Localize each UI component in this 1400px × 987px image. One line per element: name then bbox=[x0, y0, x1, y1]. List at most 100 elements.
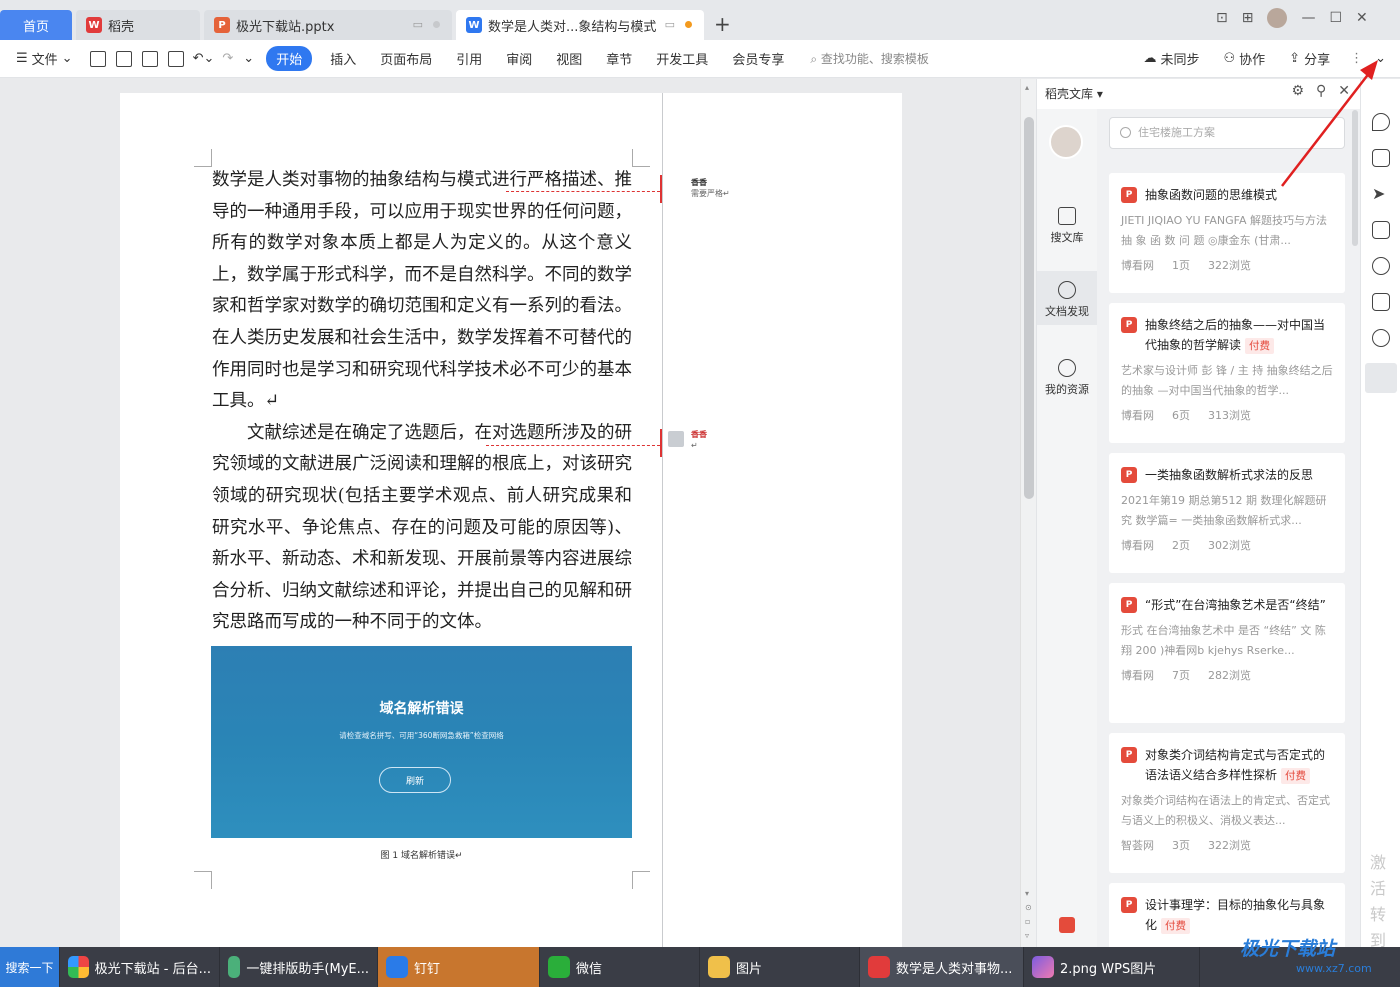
tab-document[interactable]: W 数学是人类对...象结构与模式 ▭ bbox=[456, 10, 704, 40]
library-header[interactable]: 稻壳文库 ▾ bbox=[1045, 85, 1103, 102]
print-preview-icon[interactable] bbox=[167, 50, 184, 67]
menu-page-layout[interactable]: 页面布局 bbox=[368, 49, 444, 68]
menu-view[interactable]: 视图 bbox=[544, 49, 594, 68]
help-icon[interactable] bbox=[1372, 257, 1390, 275]
nav-my-resources[interactable]: 我的资源 bbox=[1037, 351, 1097, 405]
settings-icon[interactable]: ⚙ bbox=[1291, 83, 1304, 99]
doc-card[interactable]: P 抽象函数问题的思维模式 JIETI JIQIAO YU FANGFA 解题技巧… bbox=[1109, 173, 1345, 293]
doc-card-source: 博看网 bbox=[1121, 259, 1154, 272]
document-body[interactable]: 数学是人类对事物的抽象结构与模式进行严格描述、推导的一种通用手段，可以应用于现实… bbox=[212, 165, 632, 639]
doc-card-title: 抽象终结之后的抽象——对中国当代抽象的哲学解读 bbox=[1145, 318, 1326, 352]
export-pdf-icon[interactable] bbox=[115, 50, 132, 67]
doc-card[interactable]: P 对象类介词结构肯定式与否定式的语法语义结合多样性探析 付费 对象类介词结构在语法… bbox=[1109, 733, 1345, 873]
nav-doc-discovery[interactable]: 文档发现 bbox=[1037, 271, 1097, 325]
page-nav-icon[interactable]: ▾ ⊙ ▫ ▿ bbox=[1025, 887, 1032, 943]
collapse-ribbon-chevron-icon[interactable]: ⌄ bbox=[1371, 51, 1400, 66]
embedded-image[interactable]: 域名解析错误 请检查域名拼写、可用“360断网急救箱”检查网络 刷新 bbox=[211, 646, 632, 838]
quick-access-dropdown-icon[interactable]: ⌄ bbox=[237, 51, 260, 66]
menu-review[interactable]: 审阅 bbox=[494, 49, 544, 68]
comment-connector bbox=[506, 191, 660, 192]
paragraph-1[interactable]: 数学是人类对事物的抽象结构与模式进行严格描述、推导的一种通用手段，可以应用于现实… bbox=[212, 165, 632, 418]
rocket-icon[interactable] bbox=[1372, 113, 1390, 131]
tab-pptx-label: 极光下载站.pptx bbox=[236, 19, 335, 35]
comment-marker bbox=[660, 175, 662, 203]
close-panel-icon[interactable]: ✕ bbox=[1338, 83, 1350, 99]
maximize-icon[interactable]: ☐ bbox=[1329, 10, 1342, 26]
sync-label: 未同步 bbox=[1160, 53, 1200, 68]
paragraph-2[interactable]: 文献综述是在确定了选题后，在对选题所涉及的研究领域的文献进展广泛阅读和理解的根底… bbox=[212, 418, 632, 639]
scroll-up-icon[interactable]: ▴ bbox=[1025, 83, 1029, 92]
tab-pptx[interactable]: P 极光下载站.pptx ▭ bbox=[204, 10, 452, 40]
translate-icon[interactable] bbox=[1372, 329, 1390, 347]
comment-1[interactable]: 香香 需要严格↵ bbox=[691, 177, 730, 199]
document-page[interactable]: 数学是人类对事物的抽象结构与模式进行严格描述、推导的一种通用手段，可以应用于现实… bbox=[120, 93, 902, 953]
library-search-input[interactable]: 住宅楼施工方案 bbox=[1109, 117, 1345, 149]
share-button[interactable]: ⇪ 分享 bbox=[1277, 49, 1342, 68]
redo-icon[interactable]: ↷ bbox=[218, 51, 237, 66]
doc-card[interactable]: P 抽象终结之后的抽象——对中国当代抽象的哲学解读 付费 艺术家与设计师 彭 锋 /… bbox=[1109, 303, 1345, 443]
document-scrollbar[interactable]: ▴ ▾ ⊙ ▫ ▿ bbox=[1020, 79, 1036, 947]
library-book-icon[interactable] bbox=[1059, 917, 1075, 933]
image-tool-icon[interactable] bbox=[1372, 293, 1390, 311]
print-icon[interactable] bbox=[141, 50, 158, 67]
ribbon-toolbar: ☰ 文件 ⌄ ↶⌄ ↷ ⌄ 开始 插入 页面布局 引用 审阅 视图 章节 开发工… bbox=[0, 40, 1400, 78]
menu-start[interactable]: 开始 bbox=[266, 46, 313, 71]
pdf-icon: P bbox=[1121, 897, 1137, 913]
taskbar-item-wps-doc[interactable]: 数学是人类对事物... bbox=[860, 947, 1024, 987]
collab-button[interactable]: ⚇ 协作 bbox=[1212, 49, 1278, 68]
grid-icon[interactable]: ⊞ bbox=[1242, 10, 1254, 26]
screen-icon[interactable]: ▭ bbox=[665, 18, 675, 31]
more-icon[interactable]: ⋮ bbox=[1342, 51, 1371, 66]
taskbar-item-wechat[interactable]: 微信 bbox=[540, 947, 700, 987]
browser-icon bbox=[68, 956, 89, 978]
taskbar-item-typeset[interactable]: 一键排版助手(MyE... bbox=[220, 947, 378, 987]
cursor-icon[interactable]: ➤ bbox=[1372, 185, 1390, 203]
function-search[interactable]: ⌕ 查找功能、搜索模板 bbox=[796, 50, 929, 67]
doc-card[interactable]: P “形式”在台湾抽象艺术是否“终结” 形式 在台湾抽象艺术中 是否 “终结” 文… bbox=[1109, 583, 1345, 723]
layout-icon[interactable]: ⊡ bbox=[1216, 10, 1228, 26]
taskbar-item-pictures[interactable]: 图片 bbox=[700, 947, 860, 987]
menu-member[interactable]: 会员专享 bbox=[720, 49, 796, 68]
figure-caption[interactable]: 图 1 域名解析错误↵ bbox=[211, 848, 632, 861]
library-scrollbar-thumb[interactable] bbox=[1352, 110, 1358, 246]
screen-icon[interactable]: ▭ bbox=[413, 18, 423, 31]
taskbar-item-dingtalk[interactable]: 钉钉 bbox=[378, 947, 540, 987]
menu-references[interactable]: 引用 bbox=[444, 49, 494, 68]
user-icon bbox=[1058, 359, 1076, 377]
minimize-icon[interactable]: — bbox=[1301, 10, 1315, 26]
close-icon[interactable]: ✕ bbox=[1356, 10, 1368, 26]
undo-icon[interactable]: ↶⌄ bbox=[189, 51, 219, 66]
pin-icon[interactable]: ⚲ bbox=[1316, 83, 1326, 99]
library-list: 住宅楼施工方案 P 抽象函数问题的思维模式 JIETI JIQIAO YU FAN… bbox=[1097, 109, 1361, 947]
tab-home[interactable]: 首页 bbox=[0, 10, 72, 40]
save-icon[interactable] bbox=[89, 50, 106, 67]
new-tab-button[interactable]: + bbox=[714, 12, 731, 36]
doc-card[interactable]: P 一类抽象函数解析式求法的反思 2021年第19 期总第512 期 数理化解题研… bbox=[1109, 453, 1345, 573]
activation-watermark-text: 激活 转到 bbox=[1370, 853, 1387, 950]
tab-daoke[interactable]: W 稻壳 bbox=[76, 10, 200, 40]
file-menu[interactable]: ☰ 文件 ⌄ bbox=[0, 49, 85, 68]
doc-card-desc: 对象类介词结构在语法上的肯定式、否定式与语义上的积极义、消极义表达... bbox=[1121, 794, 1330, 827]
taskbar-search[interactable]: 搜索一下 bbox=[0, 947, 60, 987]
menu-dev-tools[interactable]: 开发工具 bbox=[644, 49, 720, 68]
library-avatar[interactable] bbox=[1049, 125, 1083, 159]
taskbar-item-browser-label: 极光下载站 - 后台... bbox=[94, 961, 211, 977]
scrollbar-thumb[interactable] bbox=[1024, 117, 1034, 499]
taskbar-item-browser[interactable]: 极光下载站 - 后台... bbox=[60, 947, 220, 987]
taskbar-item-wps-image[interactable]: 2.png WPS图片 bbox=[1024, 947, 1200, 987]
library-header-icons: ⚙ ⚲ ✕ bbox=[1291, 83, 1350, 99]
figure-refresh-button: 刷新 bbox=[379, 767, 451, 793]
library-toggle-icon[interactable] bbox=[1365, 363, 1397, 393]
daoke-logo-icon: W bbox=[86, 17, 102, 33]
pen-icon[interactable] bbox=[1372, 149, 1390, 167]
sync-button[interactable]: ☁ 未同步 bbox=[1131, 49, 1211, 68]
nav-doc-discovery-label: 文档发现 bbox=[1045, 305, 1089, 318]
comment-2[interactable]: 香香 ↵ bbox=[691, 429, 707, 451]
sliders-icon[interactable] bbox=[1372, 221, 1390, 239]
user-avatar[interactable] bbox=[1267, 8, 1288, 28]
doc-card-views: 302浏览 bbox=[1208, 539, 1251, 552]
nav-search-library[interactable]: 搜文库 bbox=[1037, 201, 1097, 255]
menu-section[interactable]: 章节 bbox=[594, 49, 644, 68]
menu-insert[interactable]: 插入 bbox=[318, 49, 368, 68]
wps-icon bbox=[868, 956, 890, 978]
